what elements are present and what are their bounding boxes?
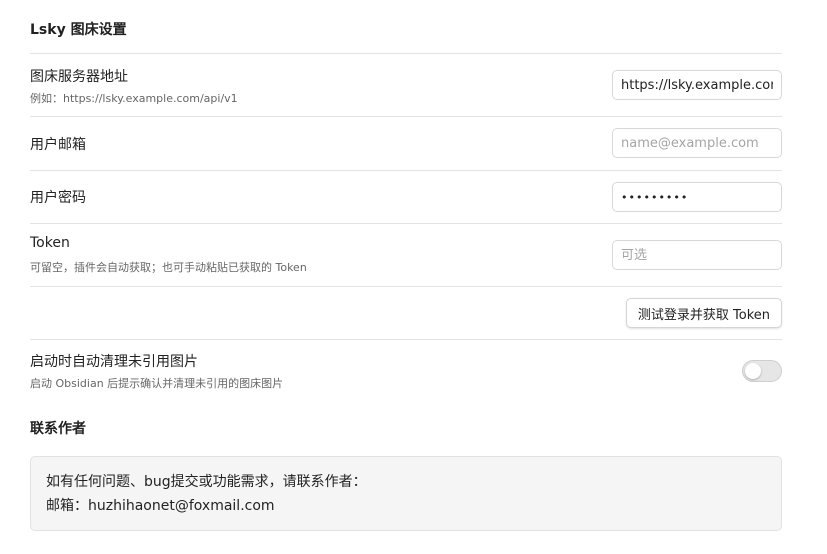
token-label: Token <box>30 235 70 251</box>
email-label: 用户邮箱 <box>30 137 86 153</box>
server-url-input[interactable] <box>612 70 782 100</box>
divider <box>30 116 782 117</box>
token-description: 可留空，插件会自动获取；也可手动粘贴已获取的 Token <box>30 261 307 274</box>
divider <box>30 53 782 54</box>
password-input[interactable] <box>612 182 782 212</box>
section-title: Lsky 图床设置 <box>30 22 127 38</box>
auto-clean-toggle[interactable] <box>742 360 782 382</box>
token-input[interactable] <box>612 240 782 270</box>
contact-email: 邮箱：huzhihaonet@foxmail.com <box>46 498 275 514</box>
server-url-description: 例如：https://lsky.example.com/api/v1 <box>30 92 238 105</box>
divider <box>30 339 782 340</box>
contact-box: 如有任何问题、bug提交或功能需求，请联系作者： 邮箱：huzhihaonet@… <box>30 456 782 531</box>
test-login-button[interactable]: 测试登录并获取 Token <box>625 298 782 328</box>
divider <box>30 170 782 171</box>
auto-clean-description: 启动 Obsidian 后提示确认并清理未引用的图床图片 <box>30 377 284 390</box>
password-label: 用户密码 <box>30 190 86 206</box>
contact-message: 如有任何问题、bug提交或功能需求，请联系作者： <box>46 474 367 490</box>
auto-clean-label: 启动时自动清理未引用图片 <box>30 354 198 370</box>
server-url-label: 图床服务器地址 <box>30 69 128 85</box>
toggle-knob <box>745 363 761 379</box>
contact-title: 联系作者 <box>30 421 86 437</box>
divider <box>30 223 782 224</box>
divider <box>30 286 782 287</box>
email-input[interactable] <box>612 128 782 158</box>
